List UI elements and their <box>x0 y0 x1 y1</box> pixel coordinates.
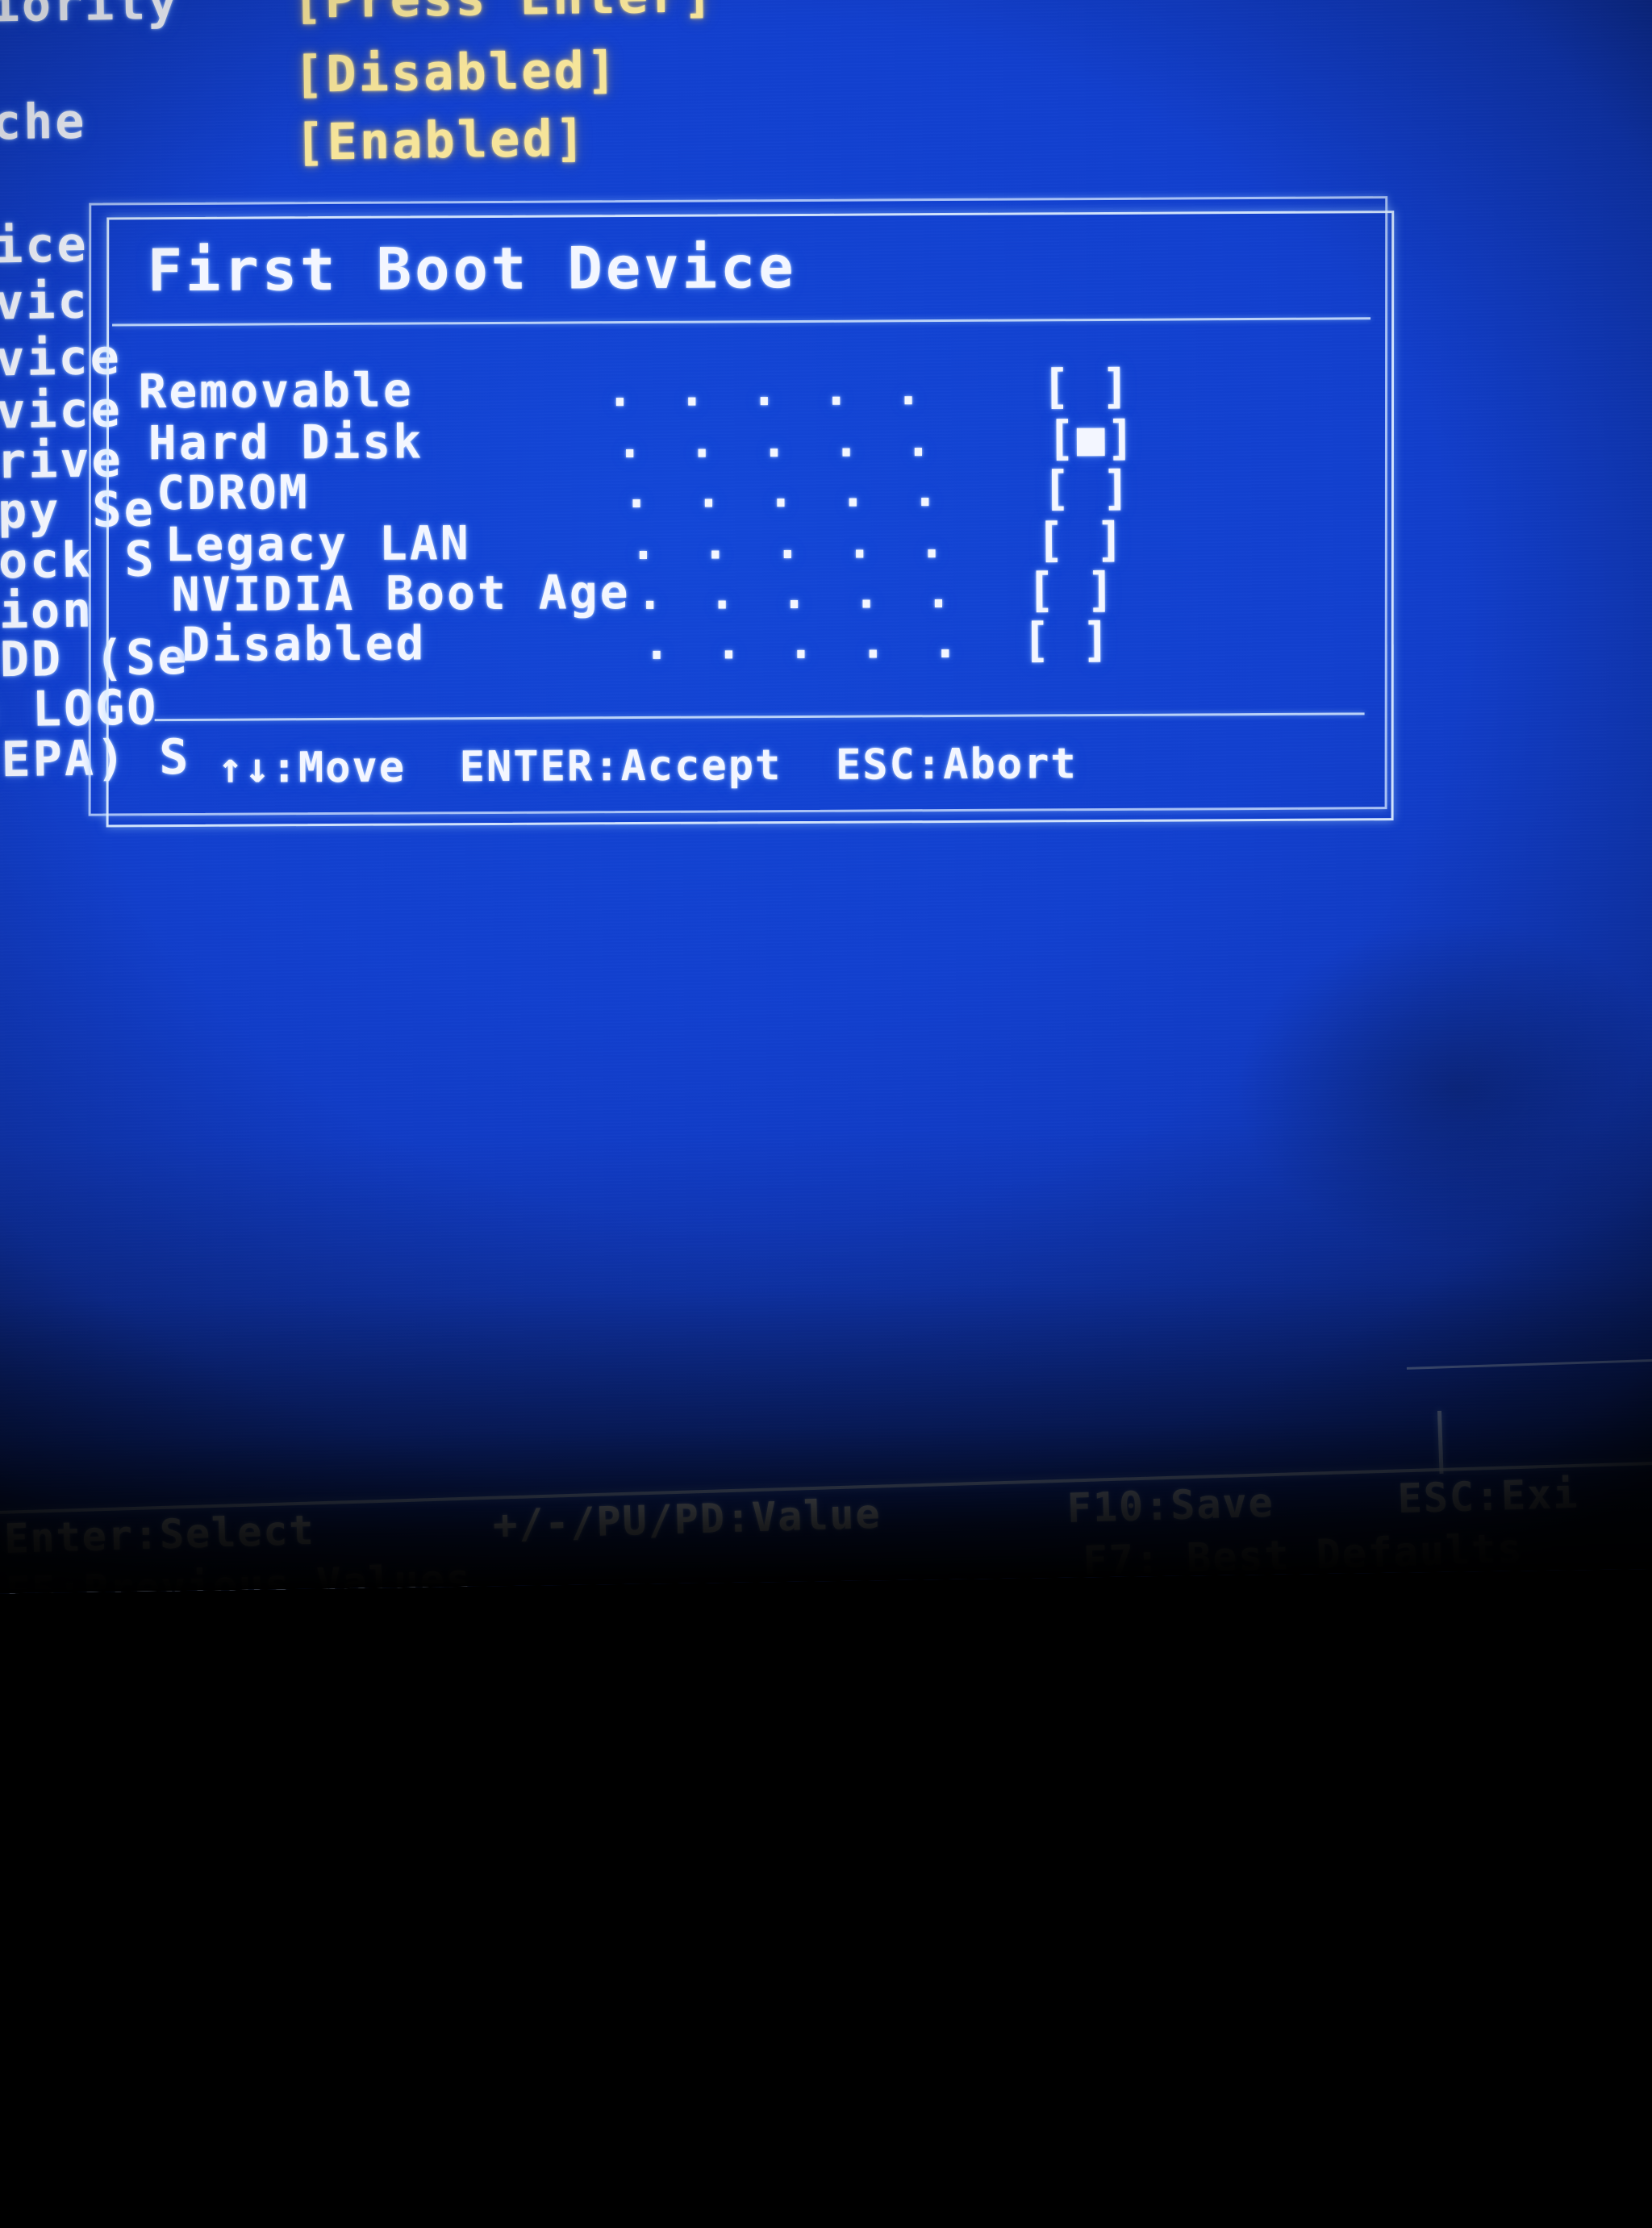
dialog-footer-divider <box>154 712 1365 722</box>
boot-device-checkbox[interactable]: [ ] <box>1036 512 1125 568</box>
settings-value-2[interactable]: [Enabled] <box>294 108 588 171</box>
settings-label-3[interactable]: evic <box>0 273 90 332</box>
settings-label-1[interactable]: ache <box>0 94 87 152</box>
boot-device-option-label: Disabled <box>181 615 427 672</box>
dialog-content: First Boot Device Removable. . . . .[ ] H… <box>89 196 1407 824</box>
help-enter-select: Enter:Select <box>3 1506 316 1563</box>
boot-device-checkbox[interactable]: [ ] <box>1022 612 1112 668</box>
help-value-keys: +/-/PU/PD:Value <box>492 1490 882 1549</box>
settings-label-2[interactable]: vice <box>0 217 89 275</box>
boot-device-option[interactable]: Removable . . . . . [ ] <box>90 357 1348 419</box>
help-f7-best-defaults: F7: Best Defaults <box>1082 1525 1525 1585</box>
help-f10-save: F10:Save <box>1066 1479 1275 1532</box>
boot-device-option[interactable]: NVIDIA Boot Age. . . . . [ ] <box>91 561 1350 622</box>
boot-device-option-label: Removable <box>138 362 414 419</box>
boot-device-option-label: NVIDIA Boot Age <box>171 565 631 623</box>
boot-device-option[interactable]: CDROM . . . . . [ ] <box>90 459 1349 520</box>
settings-label-0[interactable]: riority <box>0 0 180 34</box>
boot-device-option-leader-dots: . . . . . <box>615 415 941 469</box>
boot-device-option-leader-dots: . . . . . <box>642 615 968 670</box>
boot-device-option-leader-dots: . . . . . <box>622 465 948 519</box>
boot-device-checkbox-checked[interactable]: [■] <box>1047 411 1137 466</box>
dialog-key-hint: ↑↓:Move ENTER:Accept ESC:Abort <box>217 740 1078 793</box>
boot-device-option-leader-dots: . . . . . <box>629 515 955 571</box>
help-esc-exit: ESC:Exi <box>1396 1470 1580 1523</box>
dialog-title: First Boot Device <box>147 232 797 305</box>
dialog-title-divider <box>112 317 1371 327</box>
boot-device-option-leader-dots: . . . . . <box>606 363 932 418</box>
boot-device-checkbox[interactable]: [ ] <box>1041 359 1131 415</box>
help-f5-previous-values: F5:Previous Values <box>5 1555 473 1594</box>
bios-screen: riority ache vice evic evice evice Drive ppy Se… <box>0 0 1652 1594</box>
boot-device-option[interactable]: Hard Disk . . . . . [■] <box>90 409 1349 470</box>
boot-device-option-leader-dots: . . . . . <box>636 565 962 621</box>
boot-device-checkbox[interactable]: [ ] <box>1042 461 1132 516</box>
boot-device-option[interactable]: Disabled . . . . . [ ] <box>91 611 1350 672</box>
boot-device-option-label: CDROM <box>156 465 310 521</box>
boot-device-option[interactable]: Legacy LAN . . . . . [ ] <box>90 511 1349 572</box>
boot-device-checkbox[interactable]: [ ] <box>1027 562 1116 618</box>
monitor-photo: riority ache vice evic evice evice Drive ppy Se… <box>0 0 1652 2228</box>
boot-device-option-label: Legacy LAN <box>165 515 471 573</box>
settings-value-1[interactable]: [Disabled] <box>293 40 619 104</box>
boot-device-option-label: Hard Disk <box>148 414 424 471</box>
